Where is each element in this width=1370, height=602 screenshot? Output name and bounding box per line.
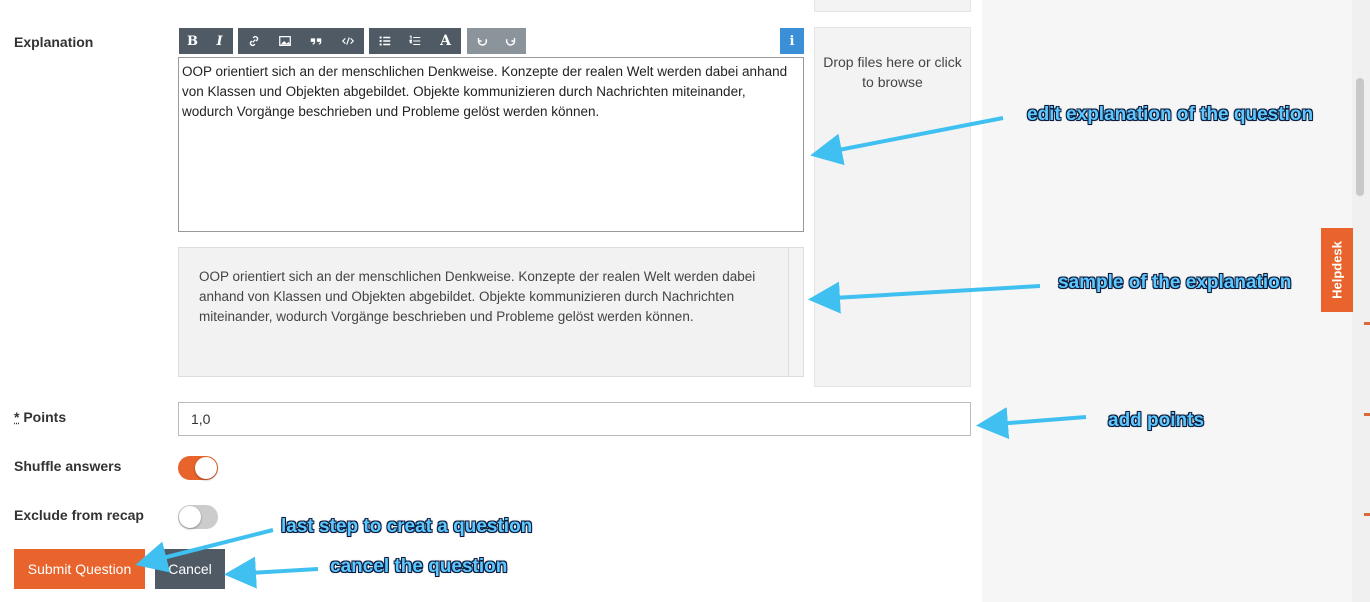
image-icon[interactable] [270,28,300,54]
explanation-preview: OOP orientiert sich an der menschlichen … [178,247,804,377]
edge-mark [1364,513,1370,516]
heading-icon[interactable]: A [430,28,461,54]
toggle-knob [195,457,217,479]
cancel-button[interactable]: Cancel [155,549,225,589]
required-marker: * [14,409,20,425]
arrow-cancel [224,556,319,589]
edge-mark [1364,413,1370,416]
recap-label: Exclude from recap [14,507,144,523]
quote-icon[interactable] [300,28,332,54]
file-dropzone[interactable]: Drop files here or click to browse [814,27,971,387]
submit-question-button[interactable]: Submit Question [14,549,145,589]
helpdesk-label: Helpdesk [1329,241,1345,299]
info-icon[interactable]: i [780,28,804,54]
unordered-list-icon[interactable] [369,28,400,54]
annotation-edit: edit explanation of the question [1027,104,1314,125]
list-toolbar-group: A [369,28,461,54]
toggle-knob [179,506,201,528]
points-label-text: Points [23,409,67,425]
recap-toggle[interactable] [178,505,218,529]
history-toolbar-group [467,28,526,54]
points-label: * Points [14,409,66,425]
preview-scrollbar[interactable] [788,248,803,376]
format-toolbar-group: B I [179,28,233,54]
italic-button[interactable]: I [206,28,233,54]
dropzone-text: Drop files here or click to browse [823,54,962,90]
insert-toolbar-group [238,28,364,54]
dropzone-above [814,0,971,12]
annotation-cancel: cancel the question [330,556,508,577]
redo-icon[interactable] [496,28,526,54]
scrollbar-thumb[interactable] [1356,78,1364,196]
explanation-textarea[interactable]: OOP orientiert sich an der menschlichen … [178,57,804,232]
shuffle-label: Shuffle answers [14,458,122,474]
code-icon[interactable] [332,28,364,54]
bold-button[interactable]: B [179,28,206,54]
ordered-list-icon[interactable] [400,28,430,54]
helpdesk-tab[interactable]: Helpdesk [1321,228,1353,312]
explanation-label: Explanation [14,34,94,50]
annotation-submit: last step to creat a question [281,516,533,537]
right-panel [982,0,1370,602]
edge-mark [1364,322,1370,325]
annotation-sample: sample of the explanation [1058,272,1292,293]
points-input[interactable]: 1,0 [178,402,971,436]
annotation-points: add points [1108,410,1205,431]
explanation-preview-text: OOP orientiert sich an der menschlichen … [199,269,756,324]
info-button[interactable]: i [780,28,804,54]
link-icon[interactable] [238,28,270,54]
shuffle-toggle[interactable] [178,456,218,480]
undo-icon[interactable] [467,28,496,54]
